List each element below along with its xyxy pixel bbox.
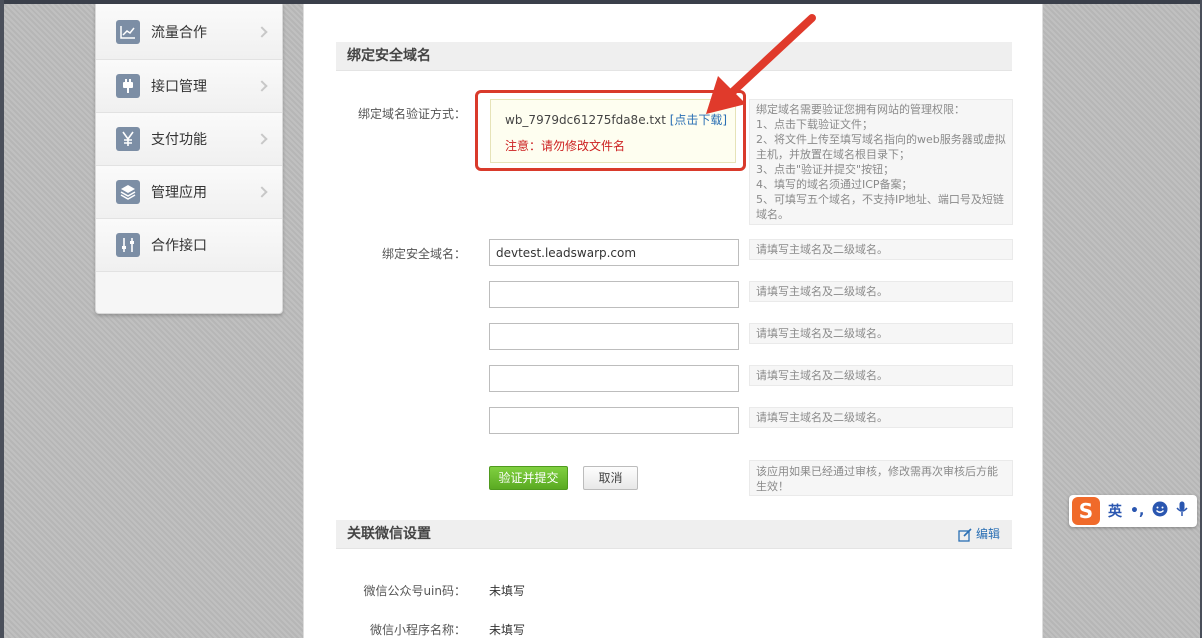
tip-line: 2、将文件上传至填写域名指向的web服务器或虚拟主机，并放置在域名根目录下； xyxy=(756,133,1006,161)
tip-line: 5、可填写五个域名，不支持IP地址、端口号及短链域名。 xyxy=(756,193,1004,221)
plug-icon xyxy=(116,74,140,98)
edit-icon xyxy=(958,527,972,542)
ime-language-toggle[interactable]: 英 xyxy=(1108,501,1122,521)
domain-tip-1: 请填写主域名及二级域名。 xyxy=(749,239,1013,260)
main-panel: 绑定安全域名 绑定域名验证方式： wb_7979dc61275fda8e.txt… xyxy=(303,4,1043,638)
window-frame-left xyxy=(0,0,4,638)
ime-toolbar[interactable]: S 英 •, xyxy=(1069,495,1197,527)
chart-icon xyxy=(116,19,140,44)
verify-method-label: 绑定域名验证方式： xyxy=(357,107,466,121)
section-title-bind-domain: 绑定安全域名 xyxy=(336,42,1012,71)
ime-punctuation-toggle[interactable]: •, xyxy=(1130,503,1144,519)
sidebar-item-label: 合作接口 xyxy=(151,238,207,254)
emoji-icon[interactable] xyxy=(1152,501,1168,521)
domain-tip-2: 请填写主域名及二级域名。 xyxy=(749,281,1013,302)
yen-icon xyxy=(116,127,140,151)
wechat-section-title: 关联微信设置 xyxy=(347,526,431,542)
sidebar-item-label: 流量合作 xyxy=(151,24,207,41)
sidebar: 流量合作 接口管理 支付功能 管理应用 合作接口 xyxy=(95,4,283,314)
cancel-button[interactable]: 取消 xyxy=(583,466,638,490)
tip-line: 4、填写的域名须通过ICP备案； xyxy=(756,178,913,191)
sidebar-item-label: 支付功能 xyxy=(151,132,207,148)
edit-link[interactable]: 编辑 xyxy=(958,520,1000,549)
layers-icon xyxy=(116,180,140,204)
domain-input-5[interactable] xyxy=(489,407,739,434)
mini-program-label: 微信小程序名称： xyxy=(369,623,466,637)
uin-label: 微信公众号uin码： xyxy=(363,584,466,598)
sliders-icon xyxy=(116,233,140,257)
domain-tip-3: 请填写主域名及二级域名。 xyxy=(749,323,1013,344)
sidebar-item-payment[interactable]: 支付功能 xyxy=(96,113,282,166)
chevron-right-icon xyxy=(256,133,268,145)
sogou-logo-icon[interactable]: S xyxy=(1072,497,1100,525)
domain-label: 绑定安全域名： xyxy=(381,247,466,261)
uin-value: 未填写 xyxy=(489,584,526,598)
domain-input-3[interactable] xyxy=(489,323,739,350)
sidebar-item-traffic[interactable]: 流量合作 xyxy=(96,4,282,60)
sidebar-item-label: 管理应用 xyxy=(151,185,207,201)
verify-submit-button[interactable]: 验证并提交 xyxy=(489,466,568,490)
domain-input-1[interactable] xyxy=(489,239,739,266)
tip-line: 3、点击"验证并提交"按钮； xyxy=(756,163,895,176)
annotation-arrow xyxy=(706,14,816,114)
section-title-wechat: 关联微信设置 编辑 xyxy=(336,520,1012,549)
chevron-right-icon xyxy=(256,186,268,198)
chevron-right-icon xyxy=(256,80,268,92)
sidebar-item-manage-apps[interactable]: 管理应用 xyxy=(96,166,282,219)
sidebar-item-partner-api[interactable]: 合作接口 xyxy=(96,219,282,272)
domain-input-4[interactable] xyxy=(489,365,739,392)
domain-input-2[interactable] xyxy=(489,281,739,308)
sidebar-item-api[interactable]: 接口管理 xyxy=(96,60,282,113)
edit-label: 编辑 xyxy=(975,527,1000,541)
domain-tip-4: 请填写主域名及二级域名。 xyxy=(749,365,1013,386)
microphone-icon[interactable] xyxy=(1176,501,1188,521)
mini-program-value: 未填写 xyxy=(489,623,526,637)
submit-tip: 该应用如果已经通过审核，修改需再次审核后方能生效！ xyxy=(749,460,1013,496)
chevron-right-icon xyxy=(256,25,268,38)
domain-tip-5: 请填写主域名及二级域名。 xyxy=(749,407,1013,428)
sidebar-item-label: 接口管理 xyxy=(151,79,207,95)
